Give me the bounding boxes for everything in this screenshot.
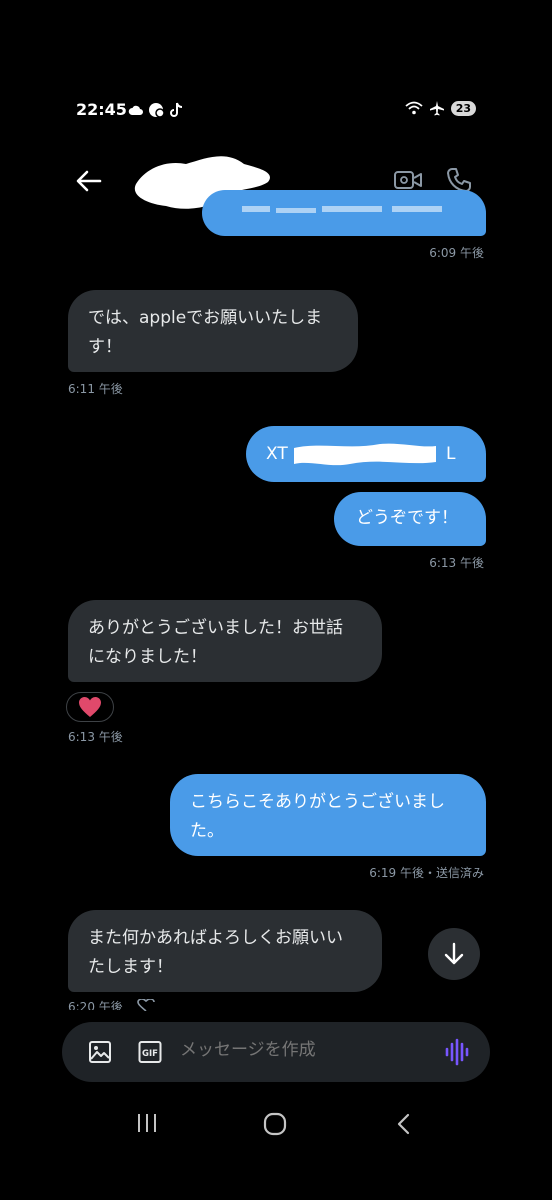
status-icons-left [128, 102, 184, 118]
status-icons-right: 23 [405, 100, 476, 116]
chevron-left-icon [397, 1113, 410, 1135]
back-button[interactable] [74, 166, 104, 196]
add-gif-button[interactable]: GIF [138, 1040, 162, 1068]
image-icon [89, 1041, 111, 1063]
message-line: になりました！ [88, 647, 207, 667]
message-text-prefix: XT [266, 444, 288, 464]
add-photo-button[interactable] [88, 1040, 112, 1068]
message-timestamp: 6:11 午後 [68, 382, 123, 396]
message-bubble-outgoing[interactable]: こちらこそありがとうございまし た。 [170, 774, 486, 856]
scroll-to-bottom-button[interactable] [428, 928, 480, 980]
add-reaction-icon[interactable] [136, 999, 156, 1011]
recent-apps-button[interactable] [136, 1112, 158, 1138]
message-timestamp: 6:19 午後・送信済み [369, 866, 484, 880]
gif-icon: GIF [138, 1041, 162, 1063]
message-input[interactable] [180, 1040, 430, 1060]
message-timestamp: 6:13 午後 [68, 730, 123, 744]
home-button[interactable] [262, 1112, 288, 1140]
system-back-button[interactable] [394, 1112, 414, 1140]
voice-message-button[interactable] [444, 1038, 470, 1070]
message-timestamp: 6:09 午後 [429, 246, 484, 260]
message-line: たします！ [88, 957, 173, 977]
heart-icon [79, 697, 101, 717]
dm-screen: 22:45 23 6:09 午後 では、appleでお願いいたしま す！ 6:1… [0, 0, 552, 1200]
message-bubble-incoming[interactable]: ありがとうございました！お世話 になりました！ [68, 600, 382, 682]
message-line: た。 [190, 821, 224, 841]
wifi-icon [405, 101, 423, 115]
clipped-message-text [242, 206, 442, 213]
message-bubble-outgoing[interactable]: どうぞです！ [334, 492, 486, 546]
message-bubble-outgoing[interactable] [202, 190, 486, 236]
message-line: どうぞです！ [356, 508, 458, 528]
message-line: す！ [88, 337, 122, 357]
chat-icon [149, 103, 165, 118]
recent-apps-icon [138, 1114, 156, 1132]
message-timestamp: 6:13 午後 [429, 556, 484, 570]
voice-waveform-icon [445, 1038, 469, 1066]
message-line: ありがとうございました！お世話 [88, 618, 343, 638]
arrow-down-icon [444, 942, 464, 965]
gif-label: GIF [142, 1049, 158, 1059]
airplane-icon [429, 101, 444, 116]
system-navigation-bar [0, 1106, 552, 1146]
battery-badge: 23 [450, 100, 476, 116]
video-call-icon [394, 171, 422, 189]
message-timestamp: 6:20 午後 [68, 1000, 123, 1010]
redacted-message-text [294, 443, 436, 466]
heart-reaction[interactable] [66, 692, 114, 722]
message-line: また何かあればよろしくお願いい [88, 928, 343, 948]
status-time: 22:45 [76, 100, 127, 119]
message-bubble-incoming[interactable]: また何かあればよろしくお願いい たします！ [68, 910, 382, 992]
status-bar: 22:45 23 [0, 98, 552, 126]
message-bubble-outgoing[interactable]: XT L [246, 426, 486, 482]
message-composer: GIF [62, 1022, 490, 1082]
message-line: では、appleでお願いいたしま [88, 308, 323, 328]
arrow-left-icon [76, 170, 102, 192]
tiktok-icon [170, 102, 183, 117]
message-bubble-incoming[interactable]: では、appleでお願いいたしま す！ [68, 290, 358, 372]
cloud-icon [128, 105, 143, 115]
message-text-suffix: L [446, 444, 456, 464]
home-icon [263, 1112, 287, 1136]
message-line: こちらこそありがとうございまし [190, 792, 445, 812]
